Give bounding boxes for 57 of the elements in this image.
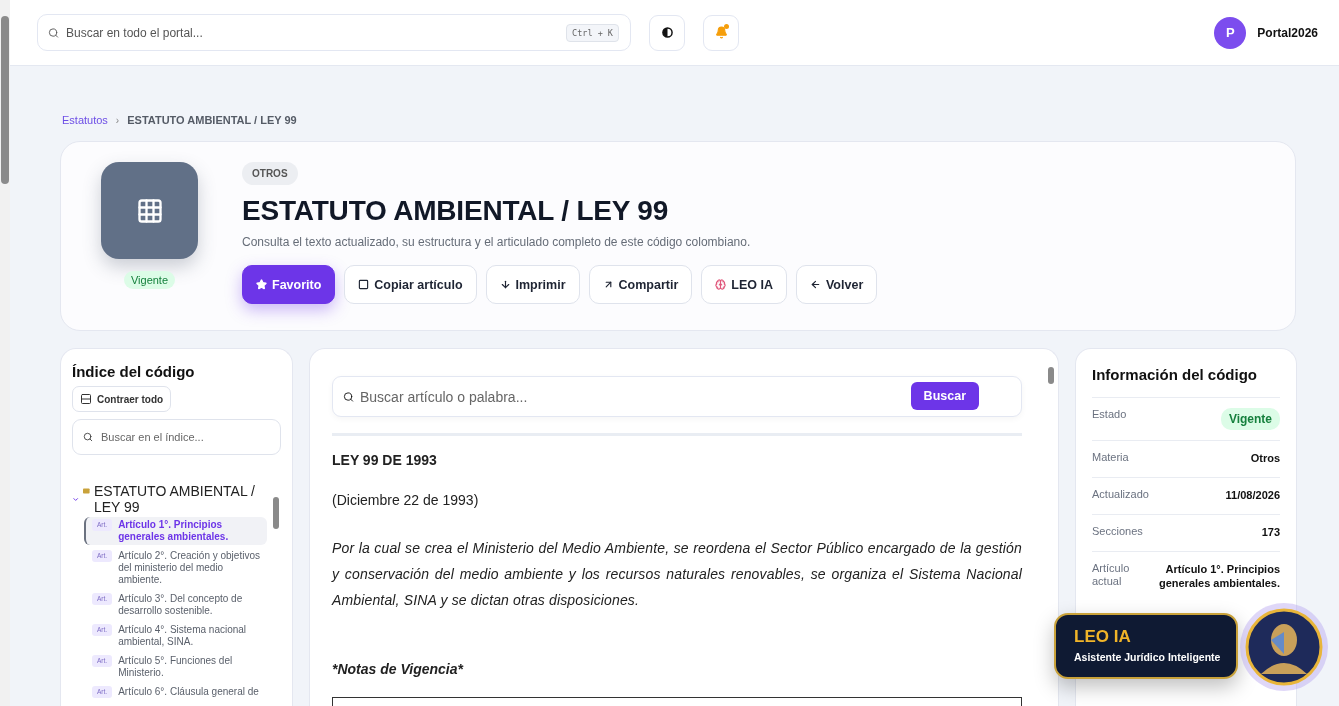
- search-icon: [48, 27, 59, 38]
- status-badge: Vigente: [1220, 408, 1280, 430]
- breadcrumb-link[interactable]: Estatutos: [62, 114, 108, 126]
- scrollbar[interactable]: [1048, 367, 1054, 384]
- search-icon: [343, 391, 354, 402]
- book-icon: [83, 487, 90, 495]
- code-title: ESTATUTO AMBIENTAL / LEY 99: [242, 195, 670, 227]
- action-button[interactable]: Copiar artículo: [344, 265, 477, 304]
- tree-root-label[interactable]: ESTATUTO AMBIENTAL / LEY 99: [93, 483, 267, 515]
- info-label: Secciones: [1092, 525, 1144, 538]
- scrollbar[interactable]: [0, 0, 10, 706]
- action-button[interactable]: LEO IA: [701, 265, 787, 304]
- action-button[interactable]: Imprimir: [485, 265, 580, 304]
- theme-toggle-button[interactable]: [649, 14, 685, 51]
- rows-icon: [80, 393, 92, 405]
- brain-icon: [715, 279, 727, 290]
- code-description: Consulta el texto actualizado, su estructura y el articulado completo de este código colombiano.: [242, 235, 752, 249]
- law-date: (Diciembre 22 de 1993): [332, 492, 480, 508]
- panel-title: Información del código: [1092, 366, 1280, 398]
- notes-heading: *Notas de Vigencia*: [332, 661, 465, 677]
- star-icon: [256, 279, 267, 290]
- assistant-avatar-icon[interactable]: [1239, 602, 1329, 692]
- collapse-all-button[interactable]: Contraer todo: [72, 386, 172, 412]
- assistant-card[interactable]: LEO IA Asistente Jurídico Inteligente: [1054, 613, 1238, 679]
- back-arrow-icon: [809, 279, 821, 290]
- assistant-subtitle: Asistente Jurídico Inteligente: [1074, 651, 1222, 663]
- category-tag: OTROS: [242, 162, 298, 185]
- grid-icon: [135, 196, 164, 225]
- index-search-field[interactable]: Buscar en el índice...: [72, 419, 281, 455]
- user-name: Portal2026: [1257, 25, 1318, 40]
- assistant-title: LEO IA: [1074, 627, 1132, 647]
- arrow-down-icon: [499, 279, 511, 290]
- square-icon: [358, 279, 370, 290]
- info-value: 173: [1261, 525, 1280, 539]
- law-summary: Por la cual se crea el Ministerio del Medio Ambiente, se reordena el Sector Público encargado de la gestión y conservación del medio ambiente y los recursos naturales renovables, se organiza el Sistema Nacional Ambiental, SINA y se dictan otras disposiciones.: [332, 539, 1022, 610]
- action-button[interactable]: Volver: [795, 265, 878, 304]
- panel-title: Índice del código: [72, 363, 196, 380]
- breadcrumb-current: ESTATUTO AMBIENTAL / LEY 99: [127, 114, 297, 126]
- info-value: Otros: [1250, 451, 1280, 465]
- action-button[interactable]: Compartir: [588, 265, 693, 304]
- info-value: Artículo 1°. Principios generales ambientales.: [1158, 562, 1280, 590]
- action-button[interactable]: Favorito: [242, 265, 336, 304]
- user-avatar[interactable]: P: [1214, 16, 1247, 49]
- info-value: 11/08/2026: [1225, 488, 1280, 502]
- info-label: Actualizado: [1092, 488, 1148, 501]
- info-label: Artículo actual: [1092, 562, 1131, 588]
- info-label: Materia: [1092, 451, 1130, 464]
- contrast-icon: [661, 27, 673, 38]
- scrollbar[interactable]: [273, 497, 279, 529]
- search-button[interactable]: Buscar: [910, 382, 979, 410]
- search-icon: [83, 432, 93, 442]
- info-label: Estado: [1092, 408, 1128, 421]
- bell-icon: [714, 26, 728, 39]
- law-title: LEY 99 DE 1993: [332, 452, 438, 468]
- status-badge: Vigente: [123, 271, 176, 289]
- notifications-button[interactable]: [703, 14, 739, 51]
- breadcrumb-separator: ›: [115, 114, 120, 126]
